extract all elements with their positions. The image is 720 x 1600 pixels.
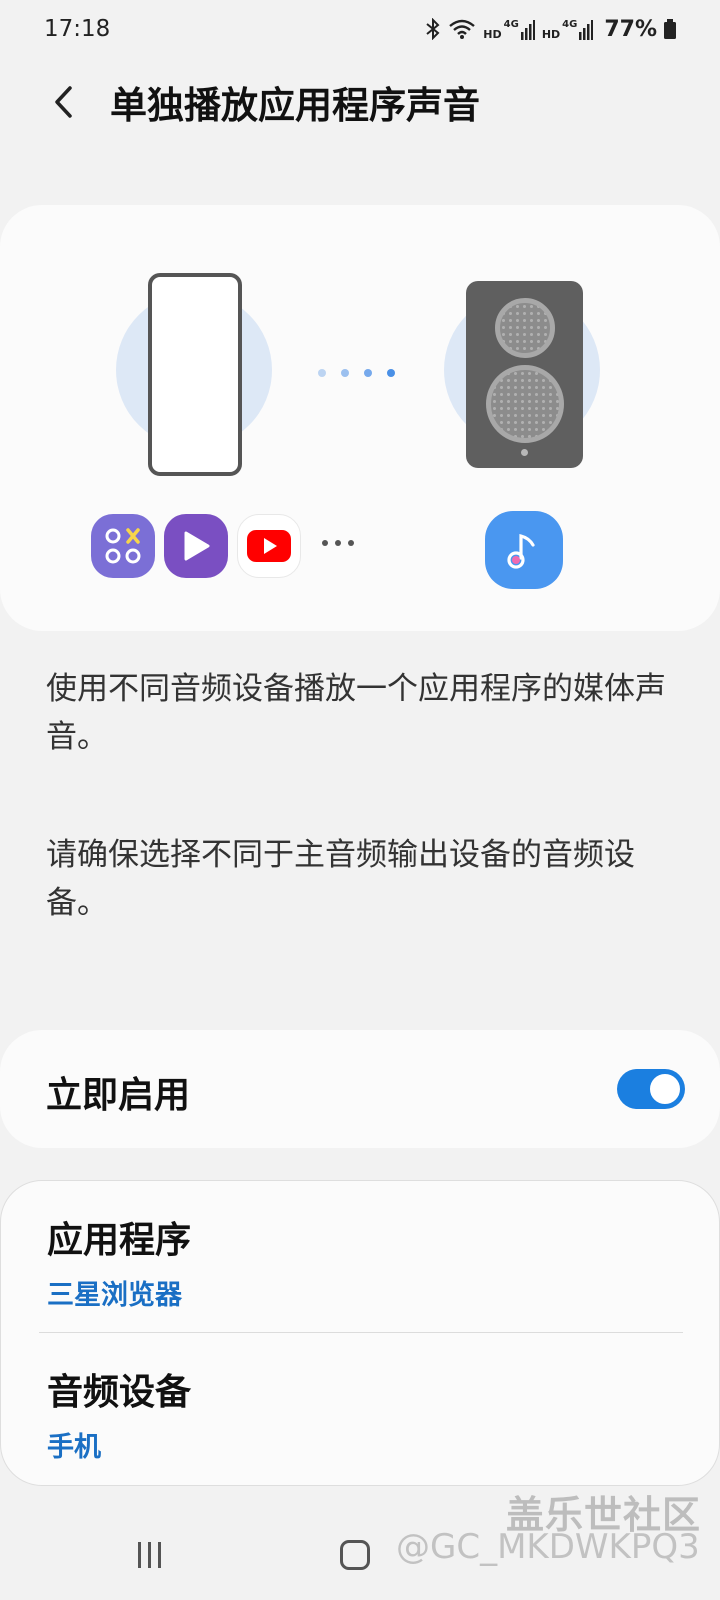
signal-2: HD 4G — [542, 18, 594, 40]
tweeter-ring — [495, 298, 555, 358]
battery-percentage: 77% — [604, 16, 657, 42]
wifi-icon — [448, 18, 476, 40]
recent-apps-button[interactable] — [138, 1542, 161, 1568]
enable-toggle-label: 立即启用 — [46, 1075, 191, 1116]
hd-label: HD — [541, 28, 561, 41]
connection-dot — [341, 369, 349, 377]
speaker-led — [521, 449, 528, 456]
audio-device-setting-row[interactable]: 音频设备 手机 — [1, 1333, 720, 1483]
app-setting-value: 三星浏览器 — [47, 1280, 182, 1311]
speaker-illustration — [466, 281, 583, 468]
woofer-ring — [486, 365, 564, 443]
music-icon — [485, 511, 563, 589]
connection-dot — [364, 369, 372, 377]
game-launcher-icon — [91, 514, 155, 578]
enable-toggle-card[interactable]: 立即启用 — [0, 1030, 720, 1148]
network-type-label: 4G — [562, 19, 578, 30]
description-paragraph-2: 请确保选择不同于主音频输出设备的音频设备。 — [46, 837, 635, 921]
audio-device-setting-title: 音频设备 — [47, 1372, 192, 1413]
home-button[interactable] — [340, 1540, 370, 1570]
watermark-handle: @GC_MKDWKPQ3 — [396, 1527, 700, 1567]
battery-icon — [664, 18, 676, 40]
app-bar: 单独播放应用程序声音 — [0, 62, 720, 142]
status-time: 17:18 — [44, 16, 111, 42]
youtube-icon — [237, 514, 301, 578]
enable-toggle-switch[interactable] — [617, 1069, 685, 1109]
chevron-left-icon — [55, 86, 72, 118]
signal-icon — [579, 20, 594, 40]
more-apps-icon — [322, 540, 354, 546]
hd-label: HD — [483, 28, 502, 41]
connection-dots — [318, 369, 395, 377]
network-type-label: 4G — [503, 19, 519, 30]
settings-card: 应用程序 三星浏览器 音频设备 手机 — [0, 1180, 720, 1486]
app-setting-row[interactable]: 应用程序 三星浏览器 — [1, 1181, 720, 1331]
audio-device-setting-value: 手机 — [47, 1432, 101, 1463]
app-setting-title: 应用程序 — [47, 1220, 192, 1261]
connection-dot — [318, 369, 326, 377]
phone-illustration — [148, 273, 242, 476]
page-title: 单独播放应用程序声音 — [110, 84, 480, 127]
connection-dot — [387, 369, 395, 377]
signal-1: HD 4G — [483, 18, 535, 40]
toggle-knob — [648, 1072, 682, 1106]
back-button[interactable] — [34, 72, 94, 132]
video-player-icon — [164, 514, 228, 578]
bluetooth-icon — [425, 18, 441, 40]
status-bar: 17:18 HD 4G HD 4G 77% — [0, 0, 720, 58]
signal-icon — [520, 20, 535, 40]
status-icons: HD 4G HD 4G 77% — [425, 17, 676, 42]
description-paragraph-1: 使用不同音频设备播放一个应用程序的媒体声音。 — [46, 671, 666, 755]
